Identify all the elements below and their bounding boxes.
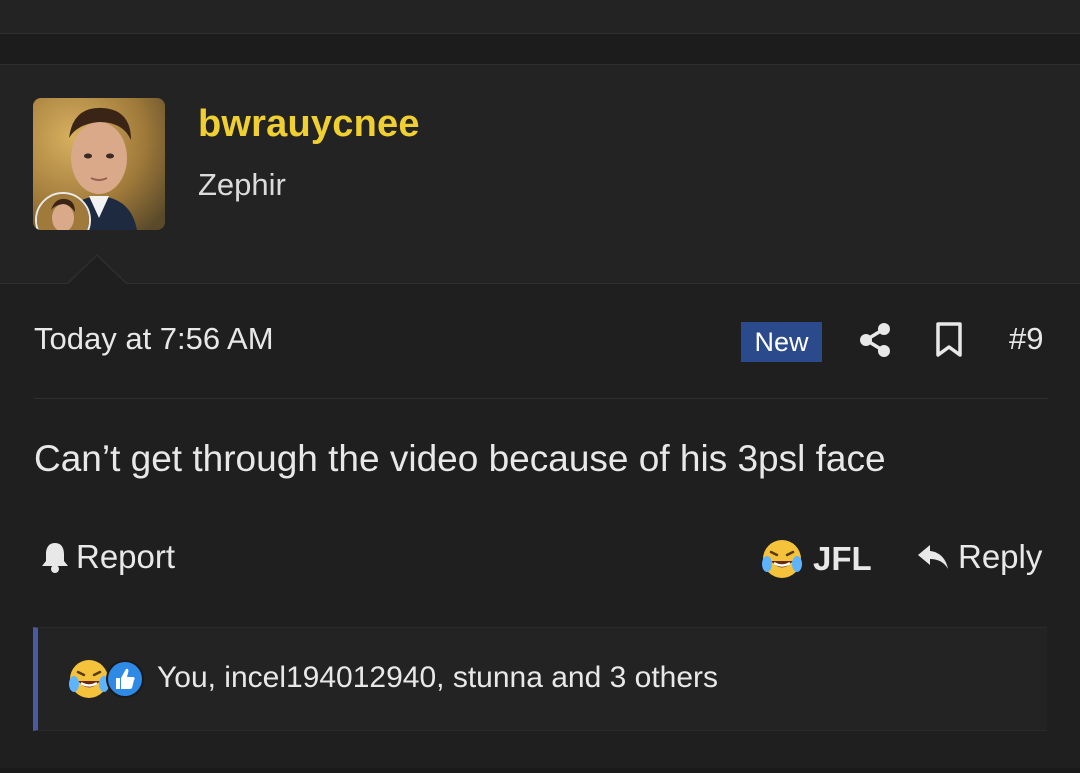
report-button[interactable]: Report [40, 538, 175, 576]
username[interactable]: bwrauycnee [198, 103, 420, 146]
reactions-summary[interactable]: You, incel194012940, stunna and 3 others [157, 661, 718, 695]
post-timestamp[interactable]: Today at 7:56 AM [34, 321, 274, 357]
reaction-button[interactable]: JFL [761, 538, 872, 580]
bell-icon [42, 543, 68, 573]
thumbs-up-icon [106, 660, 144, 698]
pointer-arrow-inner [68, 256, 126, 284]
reaction-icons [68, 658, 148, 702]
reply-label: Reply [958, 538, 1043, 575]
divider [34, 398, 1048, 399]
avatar[interactable] [33, 98, 165, 230]
bottom-separator [0, 768, 1080, 773]
reaction-label: JFL [813, 540, 872, 577]
user-title: Zephir [198, 167, 286, 202]
reply-button[interactable]: Reply [916, 538, 1042, 576]
top-bar [0, 0, 1080, 34]
new-badge: New [741, 322, 822, 362]
laughing-crying-icon [762, 540, 802, 578]
bookmark-icon[interactable] [935, 322, 963, 363]
post: Today at 7:56 AM New #9 Can’t get throug… [0, 284, 1080, 773]
section-gap [0, 34, 1080, 65]
share-icon[interactable] [858, 322, 892, 363]
post-message: Can’t get through the video because of h… [34, 438, 886, 479]
report-label: Report [76, 538, 176, 575]
post-number[interactable]: #9 [1009, 321, 1043, 357]
reactions-bar[interactable]: You, incel194012940, stunna and 3 others [33, 627, 1047, 731]
reply-icon [918, 545, 948, 569]
user-block: bwrauycnee Zephir [0, 65, 1080, 284]
